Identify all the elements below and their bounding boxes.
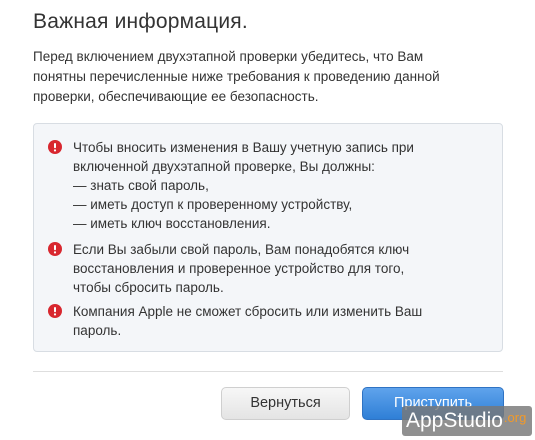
- intro-line: Перед включением двухэтапной проверки уб…: [33, 49, 424, 64]
- alert-icon: [48, 304, 62, 318]
- requirement-line: Если Вы забыли свой пароль, Вам понадобя…: [73, 242, 410, 257]
- alert-icon: [48, 242, 62, 256]
- requirement-text: Компания Apple не сможет сбросить или из…: [73, 302, 422, 340]
- watermark-main: AppStudio: [406, 409, 503, 432]
- watermark-tld: .org: [503, 410, 527, 425]
- alert-icon: [48, 140, 62, 154]
- intro-line: проверки, обеспечивающие ее безопасность…: [33, 89, 319, 104]
- footer-divider: [33, 371, 503, 372]
- requirement-line: — иметь доступ к проверенному устройству…: [73, 197, 353, 212]
- requirement-line: восстановления и проверенное устройство …: [73, 261, 405, 276]
- back-button[interactable]: Вернуться: [221, 387, 350, 420]
- requirement-line: Чтобы вносить изменения в Вашу учетную з…: [73, 140, 414, 155]
- requirement-line: — иметь ключ восстановления.: [73, 216, 271, 231]
- two-step-verification-dialog: Важная информация. Перед включением двух…: [0, 0, 535, 440]
- intro-text: Перед включением двухэтапной проверки уб…: [33, 47, 503, 107]
- appstudio-watermark: AppStudio.org: [402, 406, 533, 436]
- requirements-box: Чтобы вносить изменения в Вашу учетную з…: [33, 123, 503, 352]
- requirement-line: чтобы сбросить пароль.: [73, 280, 224, 295]
- requirement-line: пароль.: [73, 323, 122, 338]
- requirement-line: Компания Apple не сможет сбросить или из…: [73, 304, 423, 319]
- requirement-text: Если Вы забыли свой пароль, Вам понадобя…: [73, 240, 409, 297]
- page-title: Важная информация.: [33, 10, 248, 33]
- requirement-line: — знать свой пароль,: [73, 178, 209, 193]
- requirement-text: Чтобы вносить изменения в Вашу учетную з…: [73, 138, 414, 233]
- requirement-line: включенной двухэтапной проверке, Вы долж…: [73, 159, 375, 174]
- intro-line: понятны перечисленные ниже требования к …: [33, 69, 440, 84]
